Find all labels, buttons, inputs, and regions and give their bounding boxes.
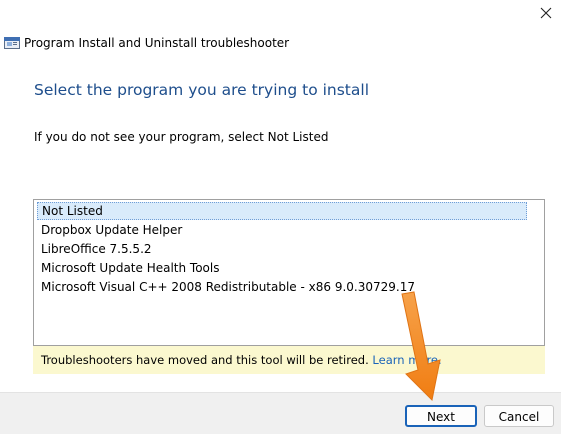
program-item-dropbox-update-helper[interactable]: Dropbox Update Helper (37, 221, 182, 239)
page-heading: Select the program you are trying to ins… (34, 81, 369, 99)
instruction-text: If you do not see your program, select N… (34, 130, 329, 144)
close-icon (540, 7, 552, 19)
program-listbox[interactable]: Not Listed Dropbox Update Helper LibreOf… (33, 199, 545, 346)
button-bar: Next Cancel (0, 392, 561, 434)
program-item-libreoffice[interactable]: LibreOffice 7.5.5.2 (37, 240, 152, 258)
troubleshooter-window-icon (4, 37, 20, 49)
learn-more-link[interactable]: Learn more. (372, 353, 441, 367)
troubleshooter-window: Program Install and Uninstall troublesho… (0, 0, 561, 434)
program-item-not-listed[interactable]: Not Listed (37, 202, 527, 220)
window-title: Program Install and Uninstall troublesho… (24, 36, 290, 50)
program-item-microsoft-update-health-tools[interactable]: Microsoft Update Health Tools (37, 259, 219, 277)
notice-text: Troubleshooters have moved and this tool… (41, 353, 369, 367)
retirement-notice: Troubleshooters have moved and this tool… (33, 346, 545, 374)
cancel-button[interactable]: Cancel (484, 405, 554, 427)
next-button[interactable]: Next (405, 405, 477, 427)
program-item-visual-cpp-2008[interactable]: Microsoft Visual C++ 2008 Redistributabl… (37, 278, 415, 296)
close-button[interactable] (531, 0, 561, 26)
window-title-bar: Program Install and Uninstall troublesho… (4, 34, 289, 52)
